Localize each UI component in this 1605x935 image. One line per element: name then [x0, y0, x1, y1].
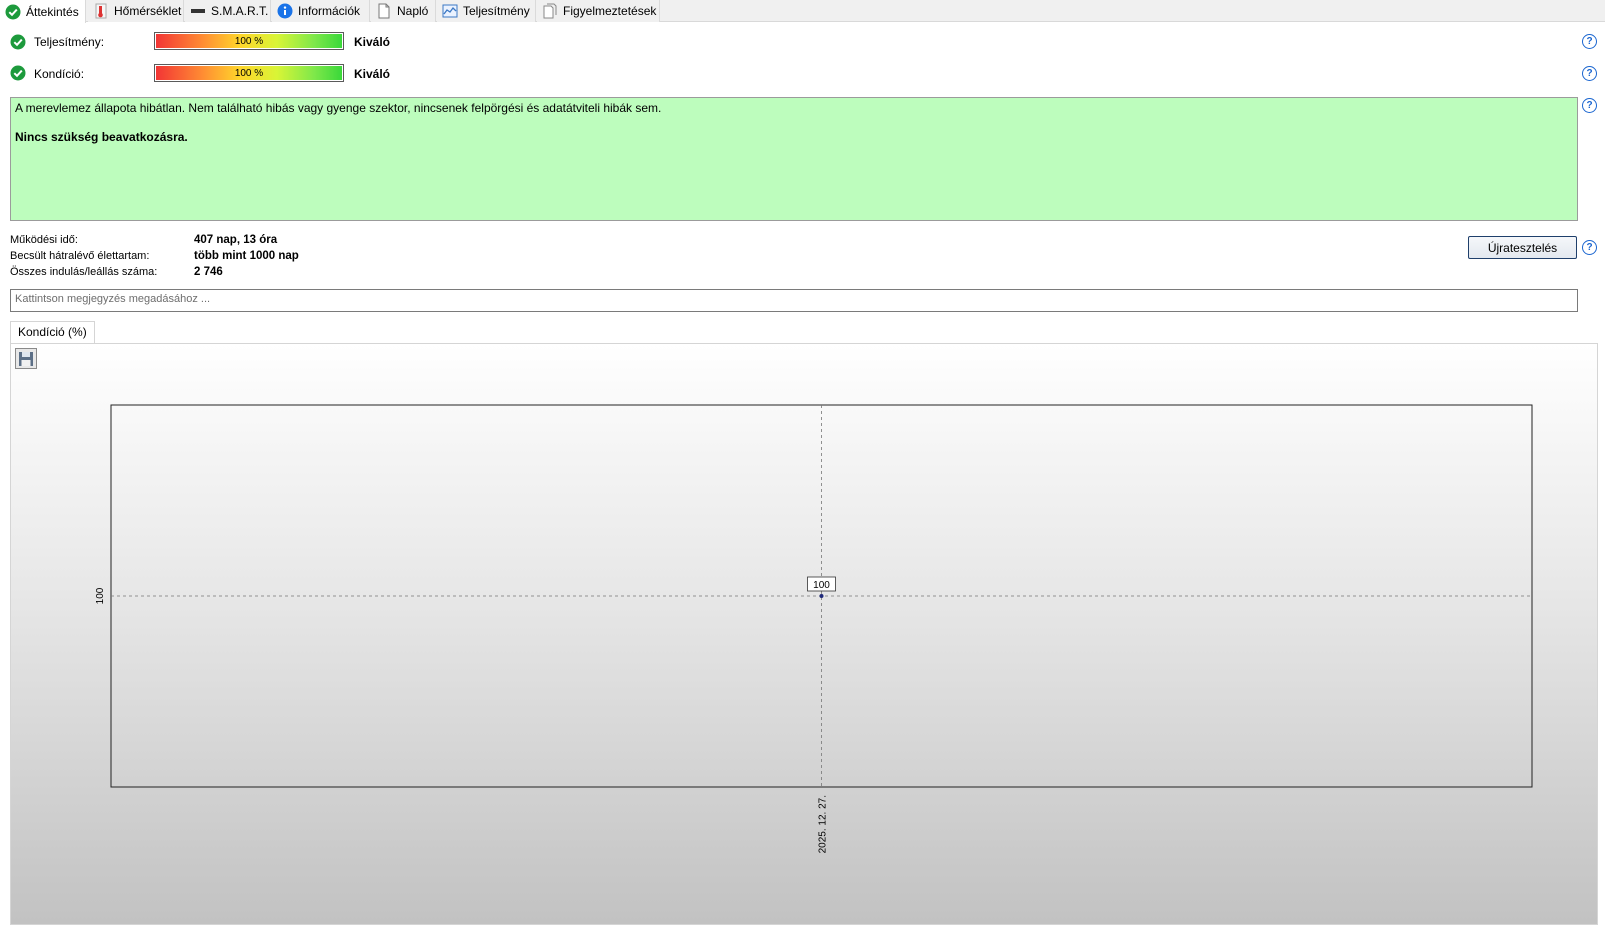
x-tick-label: 2025. 12. 27. — [818, 795, 829, 853]
data-label: 100 — [813, 580, 830, 591]
condition-chart: 100 100 2025. 12. 27. — [95, 404, 1533, 853]
y-tick-label: 100 — [95, 587, 106, 604]
data-point — [819, 594, 824, 598]
